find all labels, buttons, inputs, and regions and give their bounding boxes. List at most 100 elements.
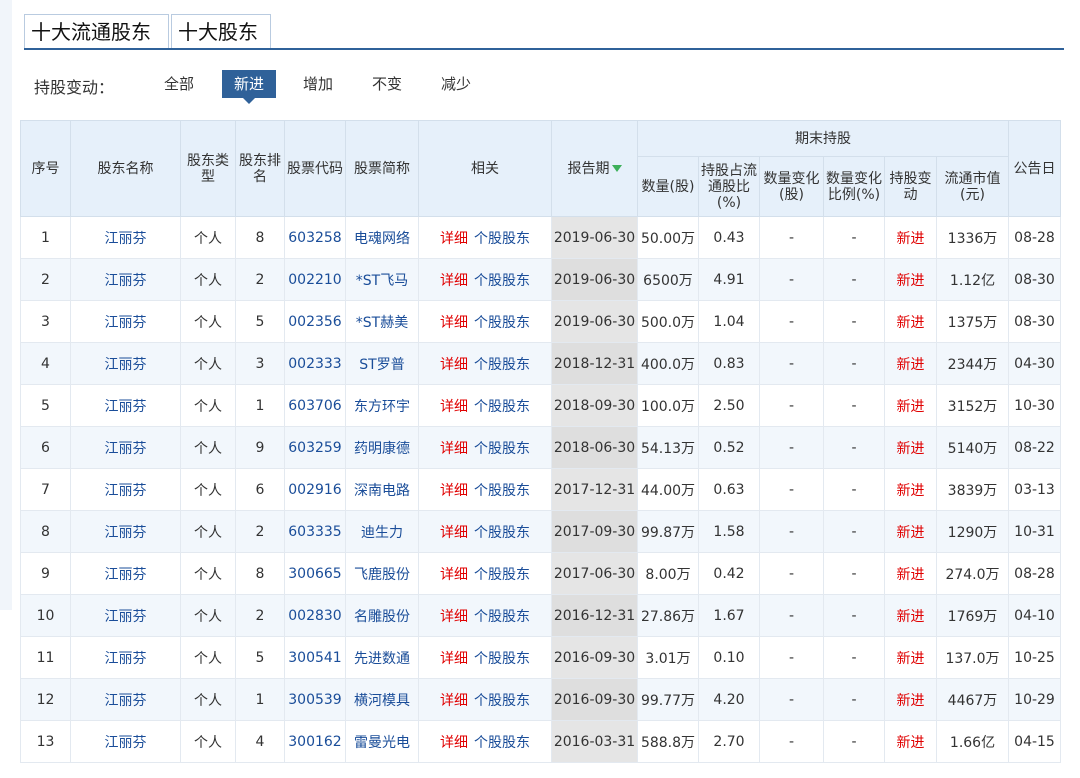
- cell-type: 个人: [180, 678, 236, 721]
- table-row: 7 江丽芬 个人 6 002916 深南电路 详细 个股股东 2017-12-31 44.00万 0…: [20, 468, 1061, 511]
- stock-holders-link[interactable]: 个股股东: [474, 693, 530, 709]
- filter-option-increase[interactable]: 增加: [291, 70, 345, 98]
- filter-option-unchanged[interactable]: 不变: [360, 70, 414, 98]
- holder-name-link[interactable]: 江丽芬: [105, 735, 147, 751]
- cell-announce-date: 04-30: [1014, 355, 1055, 372]
- cell-float-ratio: 2.70: [713, 733, 745, 750]
- holder-name-link[interactable]: 江丽芬: [105, 651, 147, 667]
- stock-code-link[interactable]: 002333: [288, 356, 341, 372]
- detail-link[interactable]: 详细: [440, 231, 468, 247]
- detail-link[interactable]: 详细: [440, 651, 468, 667]
- holder-name-link[interactable]: 江丽芬: [105, 609, 147, 625]
- stock-name-link[interactable]: 药明康德: [354, 441, 410, 457]
- detail-link[interactable]: 详细: [440, 567, 468, 583]
- stock-code-link[interactable]: 002830: [288, 608, 341, 624]
- stock-code-link[interactable]: 300162: [288, 734, 341, 750]
- stock-holders-link[interactable]: 个股股东: [474, 609, 530, 625]
- stock-name-link[interactable]: 深南电路: [354, 483, 410, 499]
- cell-qty-change: -: [788, 607, 795, 624]
- cell-name: 江丽芬: [70, 510, 181, 553]
- holder-name-link[interactable]: 江丽芬: [105, 315, 147, 331]
- cell-holder-rank: 2: [255, 523, 265, 540]
- holder-name-link[interactable]: 江丽芬: [105, 525, 147, 541]
- cell-float-ratio: 0.83: [713, 355, 745, 372]
- cell-mv: 1.66亿: [936, 720, 1009, 763]
- stock-code-link[interactable]: 603258: [288, 230, 341, 246]
- detail-link[interactable]: 详细: [440, 315, 468, 331]
- cell-stock: 电魂网络: [345, 216, 419, 259]
- stock-holders-link[interactable]: 个股股东: [474, 315, 530, 331]
- stock-holders-link[interactable]: 个股股东: [474, 483, 530, 499]
- cell-related: 详细 个股股东: [418, 426, 552, 469]
- detail-link[interactable]: 详细: [440, 693, 468, 709]
- holder-name-link[interactable]: 江丽芬: [105, 273, 147, 289]
- filter-option-decrease[interactable]: 减少: [429, 70, 483, 98]
- cell-seq: 7: [20, 468, 71, 511]
- stock-name-link[interactable]: *ST飞马: [356, 273, 408, 289]
- stock-code-link[interactable]: 300539: [288, 692, 341, 708]
- cell-qchgr: -: [823, 636, 885, 679]
- holder-name-link[interactable]: 江丽芬: [105, 231, 147, 247]
- detail-link[interactable]: 详细: [440, 483, 468, 499]
- stock-holders-link[interactable]: 个股股东: [474, 735, 530, 751]
- detail-link[interactable]: 详细: [440, 735, 468, 751]
- stock-name-link[interactable]: 雷曼光电: [354, 735, 410, 751]
- stock-name-link[interactable]: 迪生力: [361, 525, 403, 541]
- stock-name-link[interactable]: *ST赫美: [356, 315, 408, 331]
- cell-qchgr: -: [823, 216, 885, 259]
- holder-name-link[interactable]: 江丽芬: [105, 483, 147, 499]
- stock-name-link[interactable]: 东方环宇: [354, 399, 410, 415]
- header-quantity: 数量(股): [637, 156, 699, 217]
- filter-option-new[interactable]: 新进: [222, 70, 277, 104]
- cell-ratio: 0.42: [698, 552, 760, 595]
- stock-code-link[interactable]: 002916: [288, 482, 341, 498]
- stock-name-link[interactable]: ST罗普: [359, 357, 404, 373]
- stock-code-link[interactable]: 603259: [288, 440, 341, 456]
- header-report-date[interactable]: 报告期: [551, 120, 638, 217]
- holder-name-link[interactable]: 江丽芬: [105, 357, 147, 373]
- stock-code-link[interactable]: 002210: [288, 272, 341, 288]
- stock-holders-link[interactable]: 个股股东: [474, 273, 530, 289]
- detail-link[interactable]: 详细: [440, 273, 468, 289]
- detail-link[interactable]: 详细: [440, 525, 468, 541]
- stock-code-link[interactable]: 300665: [288, 566, 341, 582]
- detail-link[interactable]: 详细: [440, 441, 468, 457]
- cell-report-date: 2016-09-30: [553, 649, 636, 666]
- cell-market-value: 1769万: [947, 608, 998, 625]
- stock-name-link[interactable]: 飞鹿股份: [354, 567, 410, 583]
- stock-name-link[interactable]: 横河模具: [354, 693, 410, 709]
- stock-name-link[interactable]: 先进数通: [354, 651, 410, 667]
- stock-holders-link[interactable]: 个股股东: [474, 441, 530, 457]
- cell-quantity: 6500万: [643, 272, 693, 289]
- cell-holder-rank: 8: [255, 565, 265, 582]
- holder-name-link[interactable]: 江丽芬: [105, 441, 147, 457]
- stock-holders-link[interactable]: 个股股东: [474, 651, 530, 667]
- cell-stock: *ST赫美: [345, 300, 419, 343]
- cell-qchgr: -: [823, 384, 885, 427]
- tab-top10-holders[interactable]: 十大股东: [171, 14, 271, 48]
- stock-code-link[interactable]: 002356: [288, 314, 341, 330]
- holder-name-link[interactable]: 江丽芬: [105, 567, 147, 583]
- cell-quantity: 8.00万: [645, 566, 691, 583]
- stock-name-link[interactable]: 电魂网络: [354, 231, 410, 247]
- detail-link[interactable]: 详细: [440, 609, 468, 625]
- holder-name-link[interactable]: 江丽芬: [105, 693, 147, 709]
- stock-name-link[interactable]: 名雕股份: [354, 609, 410, 625]
- cell-code: 603706: [284, 384, 346, 427]
- tab-top10-float-holders[interactable]: 十大流通股东: [24, 14, 169, 48]
- cell-holding-change: 新进: [896, 440, 925, 457]
- detail-link[interactable]: 详细: [440, 399, 468, 415]
- stock-code-link[interactable]: 603706: [288, 398, 341, 414]
- header-float-ratio: 持股占流通股比(%): [698, 156, 760, 217]
- stock-holders-link[interactable]: 个股股东: [474, 567, 530, 583]
- holder-name-link[interactable]: 江丽芬: [105, 399, 147, 415]
- stock-holders-link[interactable]: 个股股东: [474, 231, 530, 247]
- stock-holders-link[interactable]: 个股股东: [474, 399, 530, 415]
- cell-announce-date: 10-29: [1014, 691, 1055, 708]
- detail-link[interactable]: 详细: [440, 357, 468, 373]
- stock-holders-link[interactable]: 个股股东: [474, 357, 530, 373]
- filter-option-all[interactable]: 全部: [152, 70, 206, 98]
- stock-holders-link[interactable]: 个股股东: [474, 525, 530, 541]
- stock-code-link[interactable]: 603335: [288, 524, 341, 540]
- stock-code-link[interactable]: 300541: [288, 650, 341, 666]
